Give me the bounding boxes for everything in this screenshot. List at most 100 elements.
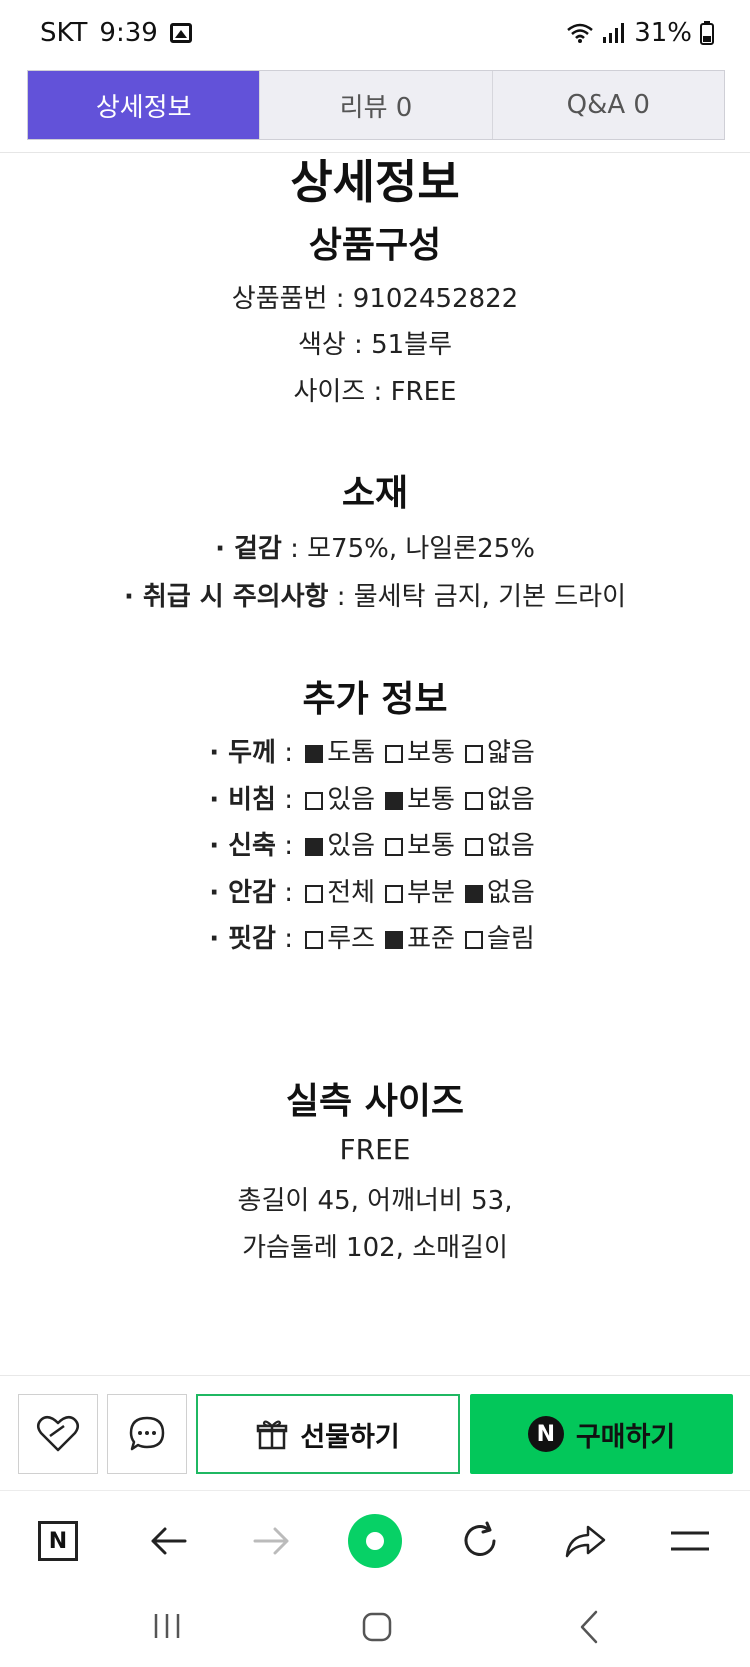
checked-box <box>385 931 404 949</box>
unchecked-box <box>305 884 324 903</box>
extra-info-row: · 신축 : 있음 보통 없음 <box>0 825 750 862</box>
extra-info-option: 있음 <box>327 831 376 861</box>
extra-info-option: 도톰 <box>327 738 376 768</box>
outer-material-value: 모75%, 나일론25% <box>307 534 535 564</box>
extra-info-key: · 비침 <box>209 784 276 815</box>
extra-info-row: · 핏감 : 루즈 표준 슬림 <box>0 918 750 955</box>
color-sep: : <box>345 330 372 360</box>
outer-material-sep: : <box>281 534 308 564</box>
checked-box <box>305 745 324 763</box>
wifi-icon <box>567 23 594 43</box>
extra-info-option: 없음 <box>486 831 535 861</box>
size-heading: 실측 사이즈 <box>285 1081 465 1122</box>
checked-box <box>464 884 483 903</box>
status-left: SKT 9:39 <box>40 18 192 48</box>
extra-info-key: · 두께 <box>209 738 276 768</box>
reload-icon <box>464 1521 496 1556</box>
extra-info-separator: : <box>275 738 302 768</box>
hamburger-icon <box>671 1531 709 1551</box>
detail-tabs: 상세정보 리뷰 0 Q&A 0 <box>27 70 725 140</box>
browser-toolbar: N <box>0 1490 750 1591</box>
extra-info-option: 부분 <box>407 877 455 908</box>
menu-button[interactable] <box>660 1511 720 1571</box>
extra-info-option: 보통 <box>407 784 455 815</box>
extra-heading: 추가 정보 <box>302 679 448 720</box>
unchecked-box <box>385 838 404 856</box>
gift-icon <box>257 1420 288 1450</box>
signal-icon <box>603 23 625 43</box>
extra-info-key: · 핏감 <box>209 924 276 954</box>
extra-info-option: 전체 <box>327 877 376 908</box>
page-title: 상세정보 <box>290 155 460 209</box>
extra-info-separator: : <box>275 831 302 861</box>
system-navigation <box>0 1590 750 1667</box>
product-code-line: 상품품번 : 9102452822 <box>0 278 750 315</box>
checked-box <box>305 838 324 856</box>
size-line: 사이즈 : FREE <box>0 371 750 408</box>
color-line: 색상 : 51블루 <box>0 324 750 361</box>
system-home-icon[interactable] <box>362 1612 392 1642</box>
system-back-icon[interactable] <box>578 1610 600 1644</box>
heart-link-icon <box>37 1415 79 1452</box>
naver-n-icon: N <box>38 1521 78 1561</box>
unchecked-box <box>385 745 404 763</box>
tab-qna[interactable]: Q&A 0 <box>492 71 724 139</box>
extra-info-row: · 두께 : 도톰 보통 얇음 <box>0 732 750 769</box>
buy-label: 구매하기 <box>575 1421 676 1453</box>
arrow-right-icon <box>253 1527 289 1555</box>
outer-material-key: · 겉감 <box>215 534 282 564</box>
extra-info-option: 루즈 <box>327 924 376 954</box>
care-sep: : <box>328 582 354 612</box>
green-dot-button[interactable] <box>345 1511 405 1571</box>
extra-info-option: 표준 <box>407 924 455 954</box>
reload-button[interactable] <box>450 1511 510 1571</box>
extra-info-option: 슬림 <box>486 924 535 954</box>
extra-info-row: · 안감 : 전체 부분 없음 <box>0 872 750 909</box>
product-code-value: 9102452822 <box>352 284 519 314</box>
unchecked-box <box>464 791 483 810</box>
carrier: SKT <box>40 18 88 48</box>
size-detail-line-1: 총길이 45, 어깨너비 53, <box>237 1186 513 1216</box>
composition-heading: 상품구성 <box>308 225 442 266</box>
battery-icon <box>700 21 714 45</box>
unchecked-box <box>464 931 483 949</box>
gift-button[interactable]: 선물하기 <box>196 1394 460 1474</box>
gift-label: 선물하기 <box>300 1421 400 1453</box>
tab-review[interactable]: 리뷰 0 <box>260 71 493 139</box>
arrow-left-icon <box>151 1527 187 1555</box>
product-code-key: 상품품번 <box>231 284 328 314</box>
outer-material-line: · 겉감 : 모75%, 나일론25% <box>0 528 750 565</box>
forward-button[interactable] <box>242 1511 302 1571</box>
wishlist-button[interactable] <box>18 1394 98 1474</box>
image-icon <box>169 23 192 43</box>
care-value: 물세탁 금지, 기본 드라이 <box>353 582 627 612</box>
size-label: FREE <box>339 1133 411 1166</box>
status-right: 31% <box>566 18 714 48</box>
extra-info-option: 있음 <box>327 784 376 815</box>
back-button[interactable] <box>138 1511 198 1571</box>
size-detail-line-2: 가슴둘레 102, 소매길이 <box>242 1233 508 1263</box>
color-key: 색상 <box>297 330 346 360</box>
unchecked-box <box>464 745 483 763</box>
extra-info-key: · 신축 <box>209 831 276 861</box>
naver-home-button[interactable]: N <box>28 1511 88 1571</box>
unchecked-box <box>385 884 404 903</box>
extra-info-option: 얇음 <box>486 738 535 768</box>
product-code-sep: : <box>327 284 353 314</box>
talk-button[interactable] <box>107 1394 187 1474</box>
size-key: 사이즈 <box>293 377 366 407</box>
unchecked-box <box>305 931 324 949</box>
naver-pay-icon: N <box>527 1416 564 1452</box>
extra-info-row: · 비침 : 있음 보통 없음 <box>0 779 750 816</box>
extra-info-option: 없음 <box>486 877 535 908</box>
tab-detail[interactable]: 상세정보 <box>28 71 261 139</box>
care-line: · 취급 시 주의사항 : 물세탁 금지, 기본 드라이 <box>0 576 750 613</box>
extra-info-option: 보통 <box>407 831 455 861</box>
buy-button[interactable]: N 구매하기 <box>470 1394 733 1474</box>
extra-info-option: 없음 <box>486 784 535 815</box>
recent-apps-icon[interactable] <box>152 1612 182 1640</box>
share-button[interactable] <box>555 1511 615 1571</box>
green-dot-icon <box>348 1514 402 1568</box>
color-value: 51블루 <box>371 330 453 360</box>
extra-info-separator: : <box>275 784 302 815</box>
